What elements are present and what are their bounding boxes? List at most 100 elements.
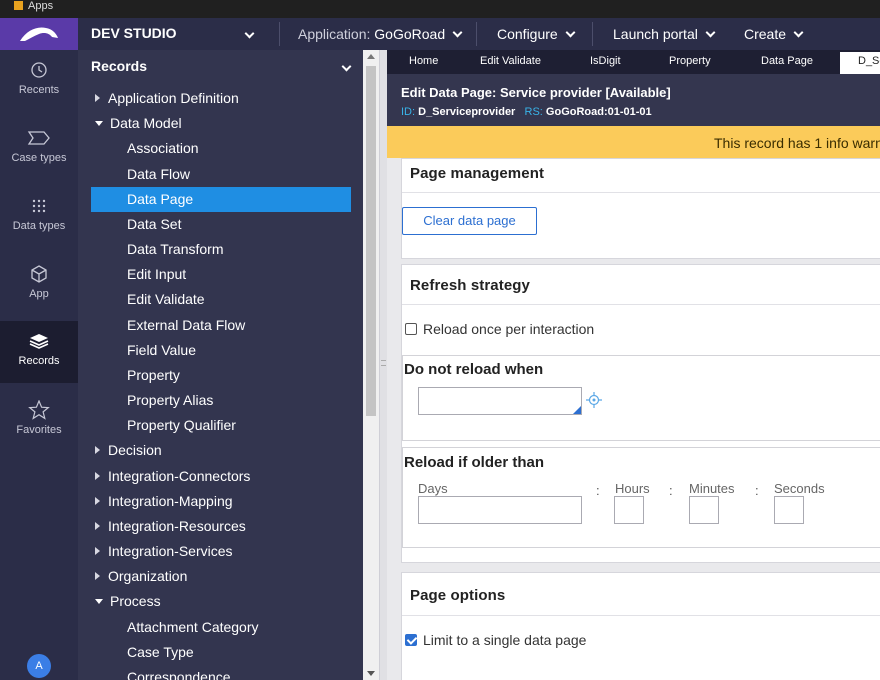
configure-menu[interactable]: Configure: [497, 26, 576, 42]
hours-input[interactable]: [614, 496, 644, 524]
expand-corner-icon: [573, 406, 581, 414]
tree-item-property-qualifier[interactable]: Property Qualifier: [127, 417, 236, 433]
caret-right-icon: [95, 94, 100, 102]
seconds-input[interactable]: [774, 496, 804, 524]
tree-item-data-flow[interactable]: Data Flow: [127, 166, 190, 182]
create-menu[interactable]: Create: [744, 26, 804, 42]
separator: :: [596, 483, 600, 498]
records-chevron-down-icon[interactable]: [341, 60, 352, 76]
star-icon: [28, 400, 50, 420]
rail-item-recents[interactable]: Recents: [0, 60, 78, 110]
minutes-input[interactable]: [689, 496, 719, 524]
page-management-title: Page management: [410, 165, 545, 182]
reload-if-older-title: Reload if older than: [404, 454, 545, 471]
cube-icon: [31, 265, 47, 283]
tree-item-correspondence[interactable]: Correspondence: [127, 669, 231, 680]
tab-edit-validate[interactable]: Edit Validate: [480, 55, 541, 67]
tree-item-data-model[interactable]: Data Model: [95, 115, 182, 131]
warning-text[interactable]: This record has 1 info warn: [714, 135, 880, 151]
warning-banner: This record has 1 info warn: [387, 126, 880, 158]
tree-item-attachment-category[interactable]: Attachment Category: [127, 619, 259, 635]
tree-item-application-definition[interactable]: Application Definition: [95, 90, 239, 106]
tab-isdigit[interactable]: IsDigit: [590, 55, 621, 67]
days-label: Days: [418, 481, 448, 496]
apps-shortcut[interactable]: Apps: [14, 0, 53, 12]
create-label: Create: [744, 26, 787, 42]
tree-item-property-alias[interactable]: Property Alias: [127, 392, 213, 408]
do-not-reload-input[interactable]: [418, 387, 582, 415]
rail-label-records: Records: [18, 355, 60, 367]
tree-item-data-transform[interactable]: Data Transform: [127, 241, 223, 257]
tree-label: Process: [110, 593, 161, 609]
tree-item-data-page[interactable]: Data Page: [91, 187, 351, 212]
tree-item-edit-validate[interactable]: Edit Validate: [127, 291, 205, 307]
launch-portal-menu[interactable]: Launch portal: [613, 26, 716, 42]
tree-item-data-set[interactable]: Data Set: [127, 216, 181, 232]
tree-item-integration-mapping[interactable]: Integration-Mapping: [95, 493, 233, 509]
rail-item-data-types[interactable]: Data types: [0, 196, 78, 246]
data-types-icon: [32, 199, 46, 213]
tree-label: Data Model: [110, 115, 182, 131]
limit-single-page-checkbox[interactable]: [405, 634, 417, 646]
studio-switcher-label[interactable]: DEV STUDIO: [91, 25, 177, 41]
avatar[interactable]: A: [27, 654, 51, 678]
scroll-down-arrow-icon[interactable]: [367, 671, 375, 676]
clear-data-page-button[interactable]: Clear data page: [402, 207, 537, 235]
tree-item-integration-resources[interactable]: Integration-Resources: [95, 518, 246, 534]
history-icon: [31, 62, 47, 78]
id-key: ID:: [401, 106, 416, 118]
caret-down-icon: [95, 599, 103, 604]
pega-logo-icon: [20, 27, 58, 41]
limit-single-page-label: Limit to a single data page: [423, 632, 587, 648]
page-options-section: Page options Limit to a single data page: [401, 572, 880, 680]
tab-home[interactable]: Home: [409, 55, 438, 67]
tree-item-external-data-flow[interactable]: External Data Flow: [127, 317, 245, 333]
tree-label: Application Definition: [108, 90, 239, 106]
divider: [402, 615, 880, 616]
tree-label: Integration-Resources: [108, 518, 246, 534]
tab-property[interactable]: Property: [669, 55, 711, 67]
scroll-thumb[interactable]: [366, 66, 376, 416]
rail-label-favorites: Favorites: [16, 424, 62, 436]
tree-label: Integration-Connectors: [108, 468, 251, 484]
records-scrollbar[interactable]: [363, 50, 379, 680]
caret-right-icon: [95, 446, 100, 454]
tree-item-process[interactable]: Process: [95, 593, 161, 609]
panel-splitter[interactable]: [379, 50, 387, 680]
scroll-up-arrow-icon[interactable]: [367, 54, 375, 59]
logo[interactable]: [0, 18, 78, 50]
crosshair-target-icon[interactable]: [586, 392, 602, 408]
rail-label-recents: Recents: [18, 84, 60, 96]
rail-item-records[interactable]: Records: [0, 321, 78, 383]
rail-item-case-types[interactable]: Case types: [0, 128, 78, 178]
tree-item-integration-connectors[interactable]: Integration-Connectors: [95, 468, 250, 484]
do-not-reload-box: Do not reload when: [402, 355, 880, 441]
tab-d-serviceprovider[interactable]: D_Sc: [840, 52, 880, 74]
do-not-reload-title: Do not reload when: [404, 361, 544, 378]
tree-item-property[interactable]: Property: [127, 367, 180, 383]
tree-item-edit-input[interactable]: Edit Input: [127, 266, 186, 282]
record-title: Edit Data Page: Service provider [Availa…: [401, 85, 671, 100]
caret-right-icon: [95, 472, 100, 480]
tree-item-integration-services[interactable]: Integration-Services: [95, 543, 233, 559]
tree-item-case-type[interactable]: Case Type: [127, 644, 194, 660]
reload-once-checkbox[interactable]: [405, 323, 417, 335]
caret-right-icon: [95, 497, 100, 505]
tree-label: Integration-Services: [108, 543, 233, 559]
tree-label: Decision: [108, 442, 162, 458]
studio-chevron-down-icon[interactable]: [244, 27, 255, 43]
tab-data-page[interactable]: Data Page: [761, 55, 813, 67]
tree-item-organization[interactable]: Organization: [95, 568, 187, 584]
navigation-rail: Recents Case types Data types App Record…: [0, 50, 78, 680]
days-input[interactable]: [418, 496, 582, 524]
tree-item-association[interactable]: Association: [127, 140, 199, 156]
tree-item-decision[interactable]: Decision: [95, 442, 162, 458]
reload-once-label: Reload once per interaction: [423, 321, 595, 337]
rail-item-favorites[interactable]: Favorites: [0, 400, 78, 450]
tree-item-field-value[interactable]: Field Value: [127, 342, 196, 358]
rail-item-app[interactable]: App: [0, 264, 78, 314]
launch-portal-label: Launch portal: [613, 26, 698, 42]
separator: :: [669, 483, 673, 498]
reload-if-older-box: Reload if older than Days : Hours : Minu…: [402, 447, 880, 548]
application-switcher[interactable]: Application: GoGoRoad: [298, 26, 463, 42]
